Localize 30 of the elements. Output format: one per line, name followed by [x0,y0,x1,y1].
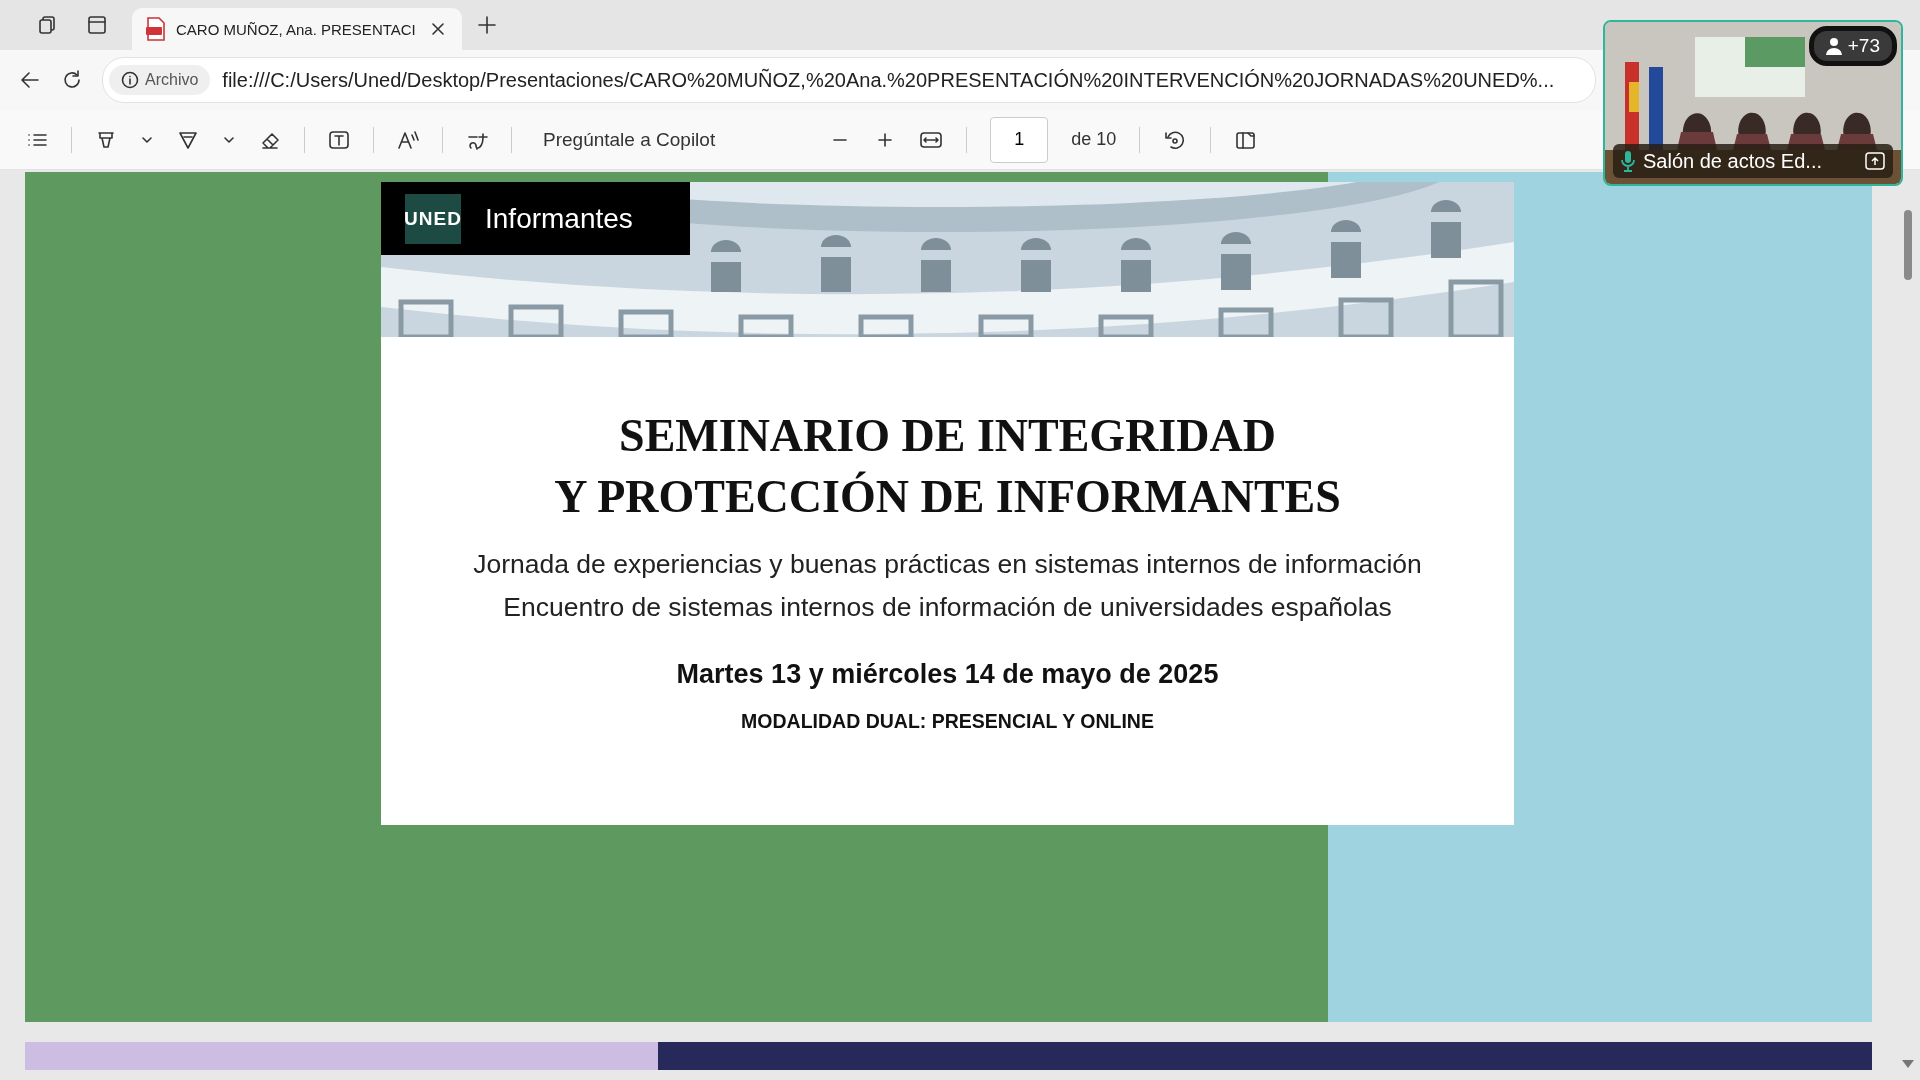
tab-actions-icon[interactable] [36,14,58,36]
text-box-icon[interactable] [328,128,350,151]
page-number-field[interactable]: 1 [990,116,1049,163]
microphone-icon [1621,150,1635,172]
participants-button[interactable]: +73 [1808,26,1897,66]
address-field[interactable]: Archivo file:///C:/Users/Uned/Desktop/Presentaciones/CARO%20MUÑOZ,%20Ana.%20PRESENTACIÓN%20INTERVENCIÓN%20JORNADAS%20UNED%... [102,57,1596,103]
scroll-down-icon[interactable] [1902,1060,1914,1068]
slide-title-line: SEMINARIO DE INTEGRIDAD [619,409,1276,463]
read-aloud-icon[interactable] [397,128,419,151]
site-info-button[interactable]: Archivo [109,65,211,95]
scrollbar-thumb[interactable] [1904,210,1912,280]
uned-logo: UNED [405,193,461,244]
tab-title: CARO MUÑOZ, Ana. PRESENTACI [176,20,417,38]
slide-title-line: Y PROTECCIÓN DE INFORMANTES [554,470,1341,524]
header-label: Informantes [485,202,633,235]
browser-tab[interactable]: CARO MUÑOZ, Ana. PRESENTACI [132,8,462,50]
slide-date: Martes 13 y miércoles 14 de mayo de 2025 [676,659,1219,690]
slide-subtitle-line: Encuentro de sistemas internos de información de universidades españolas [503,591,1392,624]
info-icon [121,71,139,89]
pdf-file-icon [146,17,166,41]
url-text: file:///C:/Users/Uned/Desktop/Presentaciones/CARO%20MUÑOZ,%20Ana.%20PRESENTACIÓN%20INTERVENCIÓN%20JORNADAS%20UNED%... [222,68,1555,92]
share-icon[interactable] [1865,152,1885,170]
person-icon [1825,37,1842,55]
new-tab-icon[interactable] [476,14,498,36]
slide-modality: MODALIDAD DUAL: PRESENCIAL Y ONLINE [741,710,1154,733]
slide-subtitle-line: Jornada de experiencias y buenas prácticas en sistemas internos de información [473,548,1422,581]
room-name: Salón de actos Ed... [1643,149,1823,173]
page-total: de 10 [1071,129,1117,150]
ask-copilot-button[interactable]: Pregúntale a Copilot [535,128,724,151]
vertical-tabs-icon[interactable] [86,14,108,36]
